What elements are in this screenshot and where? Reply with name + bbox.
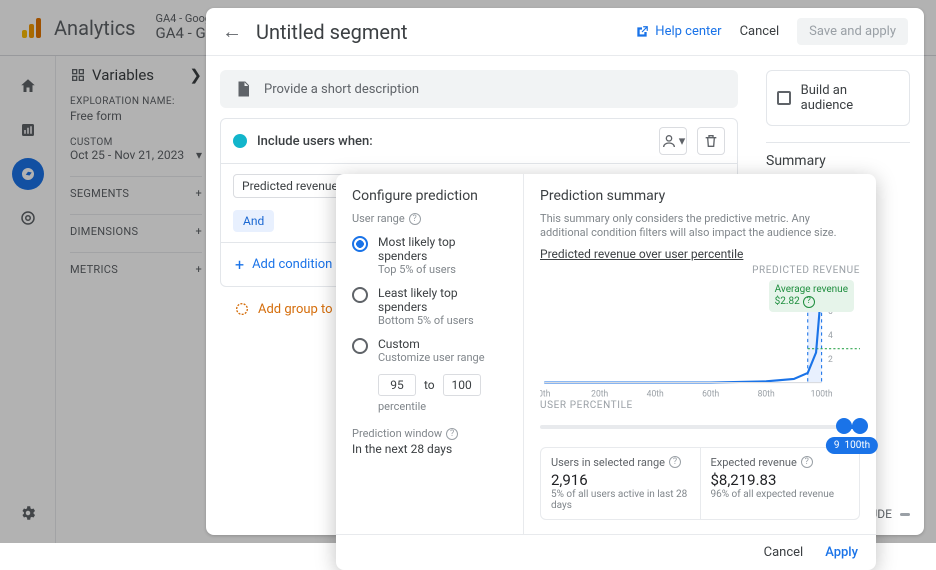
prediction-chart: 24680th20th40th60th80th100th Average rev… [540,280,860,400]
popover-apply-button[interactable]: Apply [825,545,858,560]
svg-text:100th: 100th [811,389,833,399]
delete-condition-button[interactable] [697,127,725,155]
trash-icon [703,133,719,149]
expected-revenue-value: $8,219.83 [711,471,850,489]
prediction-window-label: Prediction window [352,427,442,440]
include-indicator-icon [233,134,247,148]
option-most-likely[interactable]: Most likely top spendersTop 5% of users [352,235,507,276]
percentile-slider[interactable]: 9 100th [540,415,860,439]
average-revenue-callout: Average revenue $2.82? [769,280,854,312]
range-to-input[interactable]: 100 [443,374,481,396]
info-icon[interactable]: ? [409,213,421,225]
option-least-likely[interactable]: Least likely top spendersBottom 5% of us… [352,286,507,327]
users-in-range-value: 2,916 [551,471,690,489]
minus-icon[interactable] [900,513,910,516]
expected-revenue-sub: 96% of all expected revenue [711,489,850,500]
radio-icon [352,338,368,354]
popover-cancel-button[interactable]: Cancel [764,545,804,560]
svg-text:80th: 80th [758,389,775,399]
info-icon[interactable]: ? [801,456,813,468]
plus-icon: + [235,255,244,274]
summary-label: Summary [766,142,910,169]
svg-text:2: 2 [828,354,833,364]
radio-icon [352,236,368,252]
range-to-label: to [424,378,435,392]
scope-button[interactable]: ▾ [659,127,687,155]
svg-text:0th: 0th [540,389,551,399]
svg-text:4: 4 [828,330,833,340]
radio-icon [352,287,368,303]
segment-title[interactable]: Untitled segment [256,20,621,44]
percentile-label: percentile [378,400,507,413]
chart-title-link[interactable]: Predicted revenue over user percentile [540,247,860,261]
include-users-label: Include users when: [257,134,373,149]
checkbox-icon [777,91,791,105]
description-icon [234,80,252,98]
save-and-apply-button: Save and apply [797,18,908,45]
users-in-range-label: Users in selected range [551,456,665,469]
prediction-summary-heading: Prediction summary [540,188,860,204]
cancel-button[interactable]: Cancel [740,24,780,39]
back-arrow-icon[interactable]: ← [222,19,242,44]
range-from-input[interactable]: 95 [378,374,416,396]
svg-text:60th: 60th [702,389,719,399]
and-chip[interactable]: And [233,210,274,232]
build-audience-checkbox[interactable]: Build an audience [766,70,910,126]
prediction-summary-desc: This summary only considers the predicti… [540,212,860,241]
prediction-window-value: In the next 28 days [352,442,507,456]
svg-text:40th: 40th [647,389,664,399]
info-icon[interactable]: ? [669,456,681,468]
dashed-circle-icon [234,301,250,317]
expected-revenue-label: Expected revenue [711,456,797,469]
info-icon[interactable]: ? [446,428,458,440]
svg-text:20th: 20th [591,389,608,399]
user-range-label: User range [352,212,405,225]
description-input[interactable]: Provide a short description [220,70,738,108]
user-icon [661,133,677,149]
open-in-new-icon [635,25,649,39]
summary-metrics: Users in selected range? 2,916 5% of all… [540,447,860,520]
option-custom[interactable]: CustomCustomize user range [352,337,507,364]
configure-prediction-heading: Configure prediction [352,188,507,204]
users-in-range-sub: 5% of all users active in last 28 days [551,489,690,511]
help-center-link[interactable]: Help center [635,24,721,39]
x-axis-label: USER PERCENTILE [540,400,860,411]
y-axis-label: PREDICTED REVENUE [540,265,860,276]
prediction-popover: Configure prediction User range ? Most l… [336,174,876,570]
